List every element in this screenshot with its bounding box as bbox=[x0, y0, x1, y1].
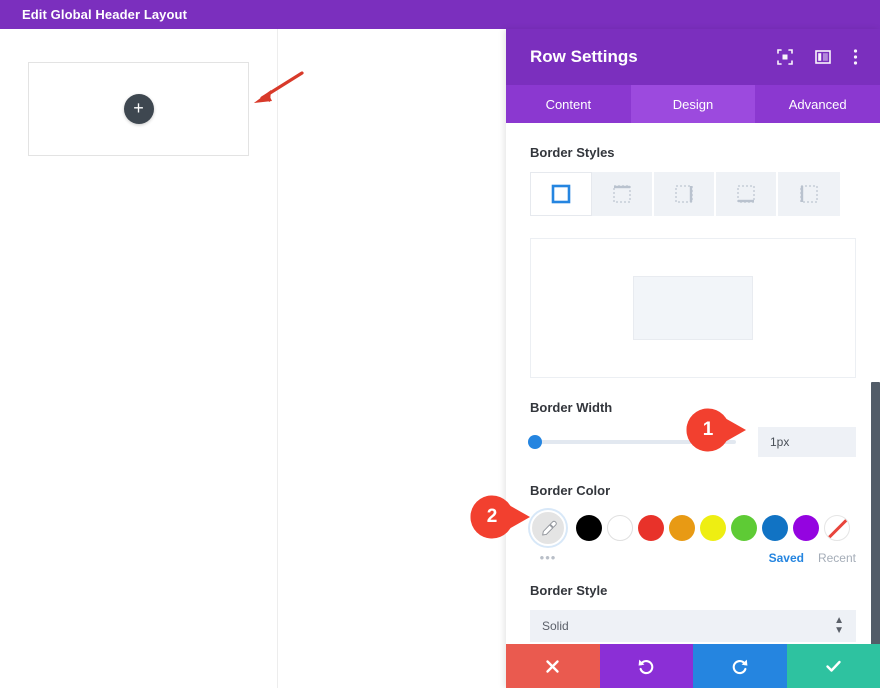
all-borders-icon bbox=[551, 184, 571, 204]
undo-icon bbox=[637, 657, 655, 675]
border-style-option-right[interactable] bbox=[654, 172, 716, 216]
annotation-badge-1-number: 1 bbox=[686, 408, 730, 452]
panel-header: Row Settings bbox=[506, 29, 880, 85]
color-tabs: Saved Recent bbox=[769, 551, 856, 565]
eyedropper-icon bbox=[540, 520, 557, 537]
focus-icon[interactable] bbox=[777, 49, 793, 65]
border-style-option-bottom[interactable] bbox=[716, 172, 778, 216]
annotation-badge-1: 1 bbox=[686, 408, 748, 452]
window-title: Edit Global Header Layout bbox=[0, 7, 187, 22]
checkmark-icon bbox=[825, 658, 842, 675]
swatch-purple[interactable] bbox=[793, 515, 819, 541]
annotation-badge-2: 2 bbox=[470, 495, 532, 539]
tab-design[interactable]: Design bbox=[631, 85, 756, 123]
border-styles-label: Border Styles bbox=[530, 145, 856, 160]
border-preview-box bbox=[530, 238, 856, 378]
border-style-option-left[interactable] bbox=[778, 172, 840, 216]
panel-scrollbar[interactable] bbox=[871, 382, 880, 644]
more-vertical-icon[interactable] bbox=[853, 48, 858, 66]
border-color-label: Border Color bbox=[530, 483, 856, 498]
builder-canvas: + bbox=[0, 29, 278, 688]
close-icon bbox=[545, 659, 560, 674]
annotation-badge-2-number: 2 bbox=[470, 495, 514, 539]
swatch-black[interactable] bbox=[576, 515, 602, 541]
swatch-green[interactable] bbox=[731, 515, 757, 541]
border-color-eyedropper[interactable] bbox=[530, 510, 566, 546]
panel-action-bar bbox=[506, 644, 880, 688]
top-border-icon bbox=[612, 184, 632, 204]
border-styles-group bbox=[530, 172, 856, 216]
panel-tabs: Content Design Advanced bbox=[506, 85, 880, 123]
row-settings-panel: Row Settings Content Design Advanced bbox=[506, 29, 880, 688]
plus-icon: + bbox=[133, 99, 144, 117]
border-color-meta: ••• Saved Recent bbox=[530, 550, 856, 565]
swatch-yellow[interactable] bbox=[700, 515, 726, 541]
border-style-select[interactable]: Solid ▲▼ bbox=[530, 610, 856, 642]
bottom-border-icon bbox=[736, 184, 756, 204]
swatch-red[interactable] bbox=[638, 515, 664, 541]
panel-title: Row Settings bbox=[530, 47, 777, 67]
color-more-options[interactable]: ••• bbox=[530, 550, 566, 565]
tab-advanced[interactable]: Advanced bbox=[755, 85, 880, 123]
annotation-arrow-icon bbox=[248, 68, 308, 110]
panel-header-icons bbox=[777, 48, 858, 66]
swatch-blue[interactable] bbox=[762, 515, 788, 541]
save-button[interactable] bbox=[787, 644, 880, 688]
canvas-gutter bbox=[278, 29, 506, 688]
tab-content[interactable]: Content bbox=[506, 85, 631, 123]
undo-button[interactable] bbox=[600, 644, 694, 688]
recent-colors-tab[interactable]: Recent bbox=[818, 551, 856, 565]
cancel-button[interactable] bbox=[506, 644, 600, 688]
border-style-selected-value: Solid bbox=[542, 619, 834, 633]
layout-split-icon[interactable] bbox=[815, 49, 831, 65]
border-width-slider-thumb[interactable] bbox=[528, 435, 542, 449]
border-preview-swatch bbox=[633, 276, 753, 340]
left-border-icon bbox=[799, 184, 819, 204]
swatch-none[interactable] bbox=[824, 515, 850, 541]
panel-body: Border Styles bbox=[506, 123, 880, 644]
border-color-swatches bbox=[530, 510, 856, 546]
add-module-button[interactable]: + bbox=[124, 94, 154, 124]
redo-button[interactable] bbox=[693, 644, 787, 688]
redo-icon bbox=[731, 657, 749, 675]
window-title-bar: Edit Global Header Layout bbox=[0, 0, 880, 29]
swatch-white[interactable] bbox=[607, 515, 633, 541]
border-style-label: Border Style bbox=[530, 583, 856, 598]
border-style-option-all[interactable] bbox=[530, 172, 592, 216]
border-style-option-top[interactable] bbox=[592, 172, 654, 216]
right-border-icon bbox=[674, 184, 694, 204]
swatch-orange[interactable] bbox=[669, 515, 695, 541]
select-updown-icon: ▲▼ bbox=[834, 616, 844, 636]
saved-colors-tab[interactable]: Saved bbox=[769, 551, 804, 565]
empty-module-block[interactable]: + bbox=[28, 62, 249, 156]
border-width-value[interactable]: 1px bbox=[758, 427, 856, 457]
